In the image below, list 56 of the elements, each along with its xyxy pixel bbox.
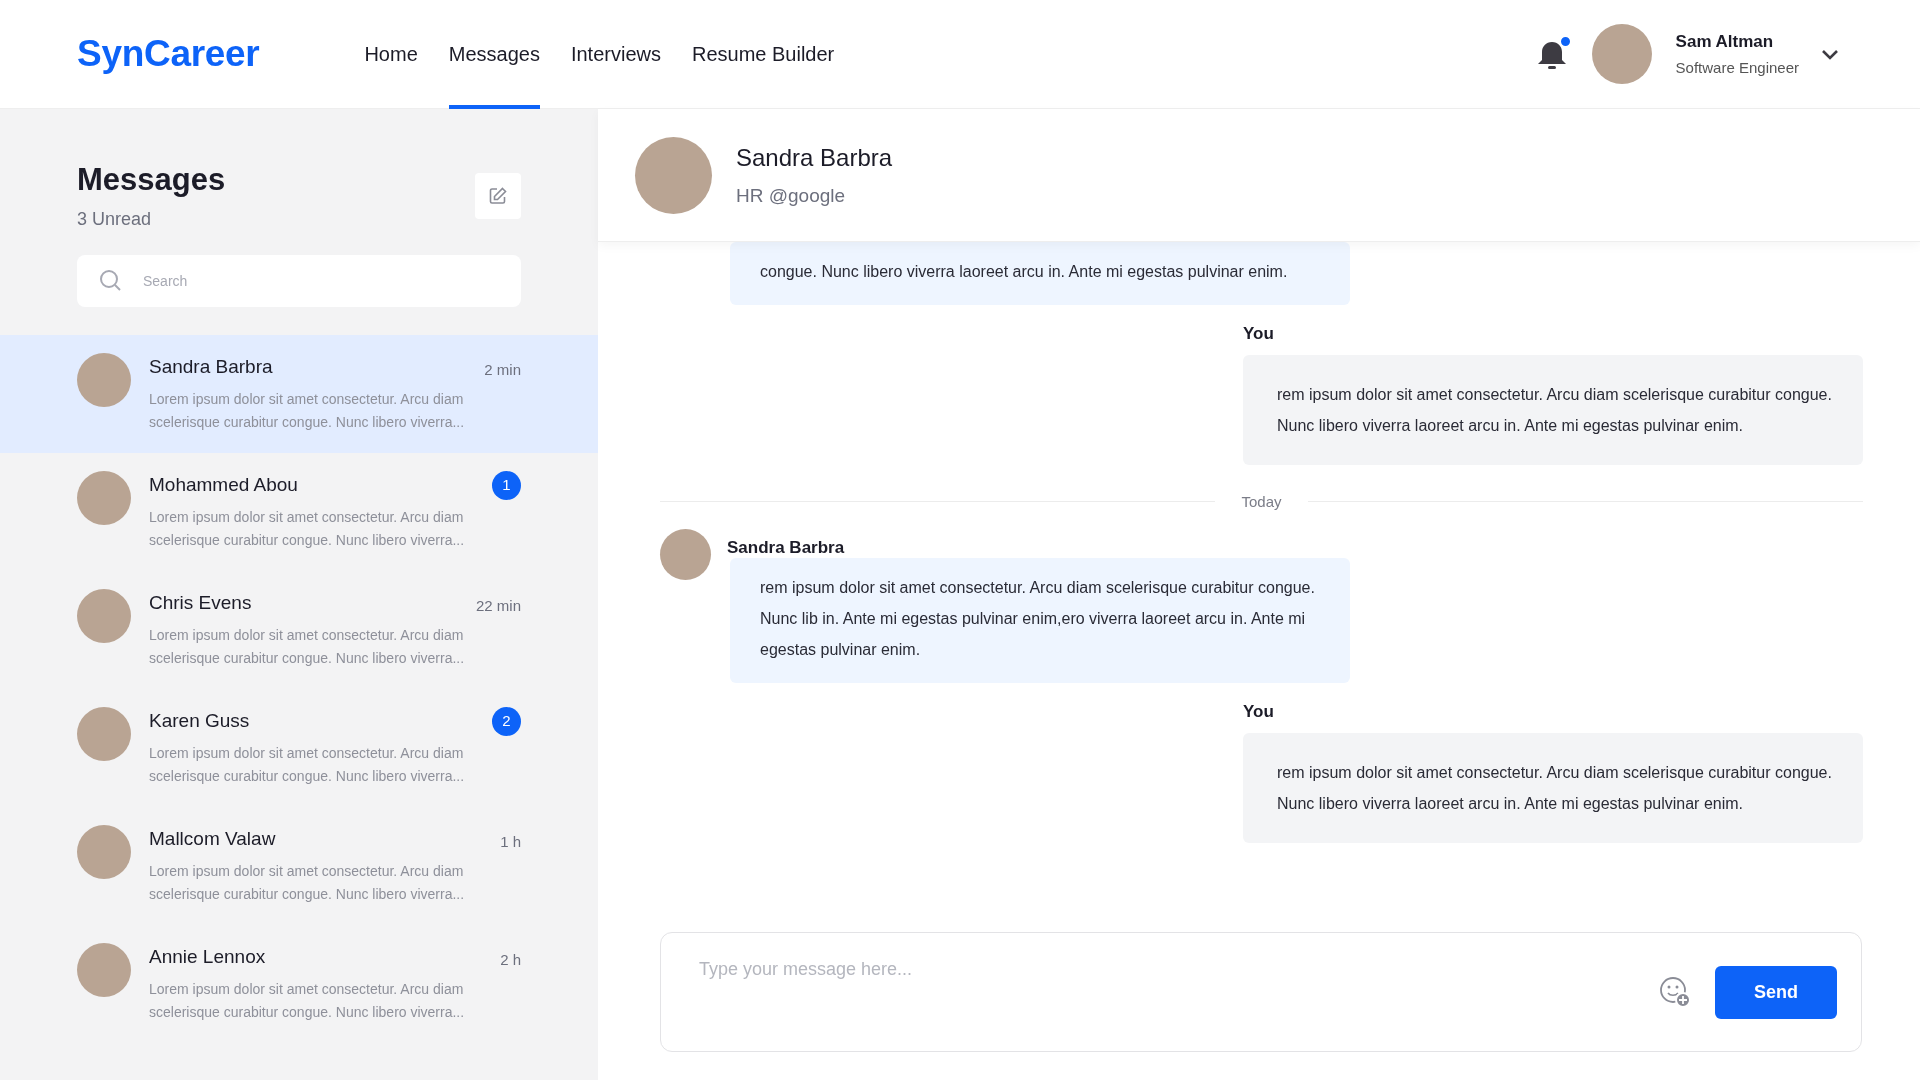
nav-tab[interactable]: Interviews: [570, 0, 661, 109]
message-time: 1 h: [500, 832, 521, 853]
avatar-photo: [77, 589, 131, 644]
unread-count: 3 Unread: [77, 208, 153, 232]
message-bubble: rem ipsum dolor sit amet consectetur. Arcu diam scelerisque curabitur congue. Nunc lib in. Ante mi egestas pulvinar enim,ero viverra laoreet arcu in. Ante mi egestas pulvinar enim.: [730, 558, 1350, 683]
message-bubble: congue. Nunc libero viverra laoreet arcu in. Ante mi egestas pulvinar enim.: [730, 242, 1350, 305]
avatar-photo: [77, 353, 131, 408]
avatar-photo: [77, 825, 131, 880]
send-button[interactable]: Send: [1715, 965, 1837, 1019]
conversation-item[interactable]: Annie Lennox 2 h Lorem ipsum dolor sit amet consectetur. Arcu diam scelerisque curabitur congue. Nunc libero viverra...: [0, 925, 598, 1044]
edit-icon: [488, 186, 508, 206]
sender-name: You: [1243, 323, 1275, 345]
message-bubble: rem ipsum dolor sit amet consectetur. Arcu diam scelerisque curabitur congue. Nunc libero viverra laoreet arcu in. Ante mi egestas pulvinar enim.: [1243, 354, 1863, 465]
conversation-item[interactable]: Mohammed Abou 1 Lorem ipsum dolor sit amet consectetur. Arcu diam scelerisque curabitur congue. Nunc libero viverra...: [0, 453, 598, 572]
sender-name: You: [1243, 701, 1275, 723]
emoji-add-icon[interactable]: [1659, 976, 1691, 1008]
search-field[interactable]: Search: [77, 255, 521, 308]
sender-name: Sandra Barbra: [727, 537, 845, 559]
contact-name: Sandra Barbra: [149, 355, 273, 380]
message-time: 22 min: [475, 596, 521, 617]
date-divider-label: Today: [1240, 491, 1283, 512]
contact-name: Mallcom Valaw: [149, 827, 276, 852]
user-role: Software Engineer: [1675, 58, 1799, 78]
chevron-down-icon[interactable]: [1821, 47, 1839, 61]
conversation-item[interactable]: Mallcom Valaw 1 h Lorem ipsum dolor sit amet consectetur. Arcu diam scelerisque curabitur congue. Nunc libero viverra...: [0, 807, 598, 926]
avatar-photo: [660, 529, 711, 580]
unread-badge: 1: [492, 471, 521, 501]
logo[interactable]: SynCareer: [77, 26, 260, 82]
message-input[interactable]: Type your message here...: [697, 955, 1659, 984]
nav-tab[interactable]: Home: [364, 0, 418, 109]
avatar-photo: [77, 707, 131, 762]
conversation-item[interactable]: Chris Evens 22 min Lorem ipsum dolor sit amet consectetur. Arcu diam scelerisque curabitur congue. Nunc libero viverra...: [0, 571, 598, 690]
avatar-photo: [77, 471, 131, 526]
contact-name: Karen Guss: [149, 709, 250, 734]
message-time: 2 h: [500, 950, 521, 971]
message-preview: Lorem ipsum dolor sit amet consectetur. Arcu diam scelerisque curabitur congue. Nunc libero viverra...: [149, 861, 466, 904]
sidebar-title: Messages: [77, 161, 226, 199]
message-time: 2 min: [484, 360, 521, 381]
contact-name: Sandra Barbra: [736, 142, 893, 173]
avatar-photo: [77, 943, 131, 998]
message-bubble: rem ipsum dolor sit amet consectetur. Arcu diam scelerisque curabitur congue. Nunc libero viverra laoreet arcu in. Ante mi egestas pulvinar enim.: [1243, 732, 1863, 843]
contact-subtitle: HR @google: [736, 183, 847, 208]
compose-button[interactable]: [475, 173, 521, 219]
message-preview: Lorem ipsum dolor sit amet consectetur. Arcu diam scelerisque curabitur congue. Nunc libero viverra...: [149, 744, 466, 787]
unread-badge: 2: [492, 707, 521, 737]
conversation-item[interactable]: Karen Guss 2 Lorem ipsum dolor sit amet consectetur. Arcu diam scelerisque curabitur congue. Nunc libero viverra...: [0, 689, 598, 808]
contact-name: Annie Lennox: [149, 945, 266, 970]
contact-name: Chris Evens: [149, 591, 252, 616]
nav-tab[interactable]: Resume Builder: [691, 0, 835, 109]
message-preview: Lorem ipsum dolor sit amet consectetur. Arcu diam scelerisque curabitur congue. Nunc libero viverra...: [149, 625, 466, 668]
message-preview: Lorem ipsum dolor sit amet consectetur. Arcu diam scelerisque curabitur congue. Nunc libero viverra...: [149, 979, 466, 1022]
message-preview: Lorem ipsum dolor sit amet consectetur. Arcu diam scelerisque curabitur congue. Nunc libero viverra...: [149, 508, 466, 551]
message-preview: Lorem ipsum dolor sit amet consectetur. Arcu diam scelerisque curabitur congue. Nunc libero viverra...: [149, 389, 466, 432]
conversation-item[interactable]: Sandra Barbra 2 min Lorem ipsum dolor sit amet consectetur. Arcu diam scelerisque curabitur congue. Nunc libero viverra...: [0, 335, 598, 454]
contact-name: Mohammed Abou: [149, 473, 298, 498]
user-name: Sam Altman: [1675, 30, 1775, 53]
